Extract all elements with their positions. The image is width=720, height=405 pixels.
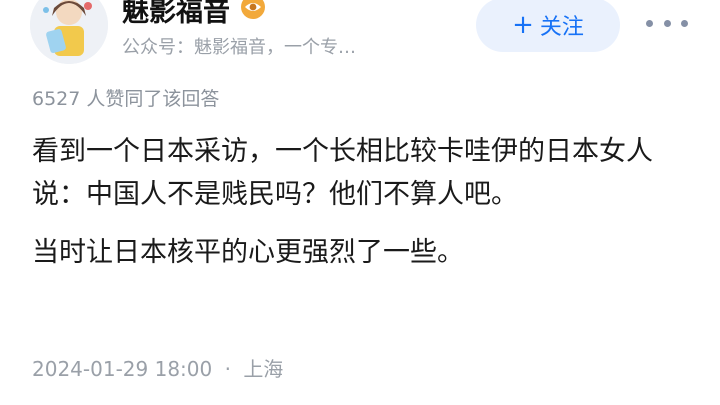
eye-icon	[240, 0, 266, 20]
more-options-button[interactable]	[646, 8, 688, 38]
more-dots-icon	[646, 19, 688, 27]
answer-paragraph: 当时让日本核平的心更强烈了一些。	[32, 237, 464, 268]
vote-count: 6527 人赞同了该回答	[32, 88, 220, 110]
cartoon-avatar-icon	[30, 0, 108, 64]
plus-icon: +	[512, 10, 534, 40]
avatar[interactable]	[30, 0, 108, 64]
answer-content: 看到一个日本采访，一个长相比较卡哇伊的日本女人说：中国人不是贱民吗？他们不算人吧…	[32, 130, 692, 289]
meta-separator: ·	[224, 357, 231, 381]
author-name[interactable]: 魅影福音	[122, 0, 230, 29]
answer-datetime: 2024-01-29 18:00	[32, 357, 213, 381]
answer-location: 上海	[243, 357, 284, 381]
answer-meta: 2024-01-29 18:00 · 上海	[32, 353, 283, 382]
author-bio: 公众号：魅影福音，一个专…	[122, 37, 356, 58]
answer-header: 魅影福音 公众号：魅影福音，一个专… + 关注	[0, 0, 720, 72]
follow-button[interactable]: + 关注	[476, 0, 620, 52]
follow-button-label: 关注	[539, 15, 584, 40]
answer-paragraph: 看到一个日本采访，一个长相比较卡哇伊的日本女人说：中国人不是贱民吗？他们不算人吧…	[32, 136, 653, 210]
